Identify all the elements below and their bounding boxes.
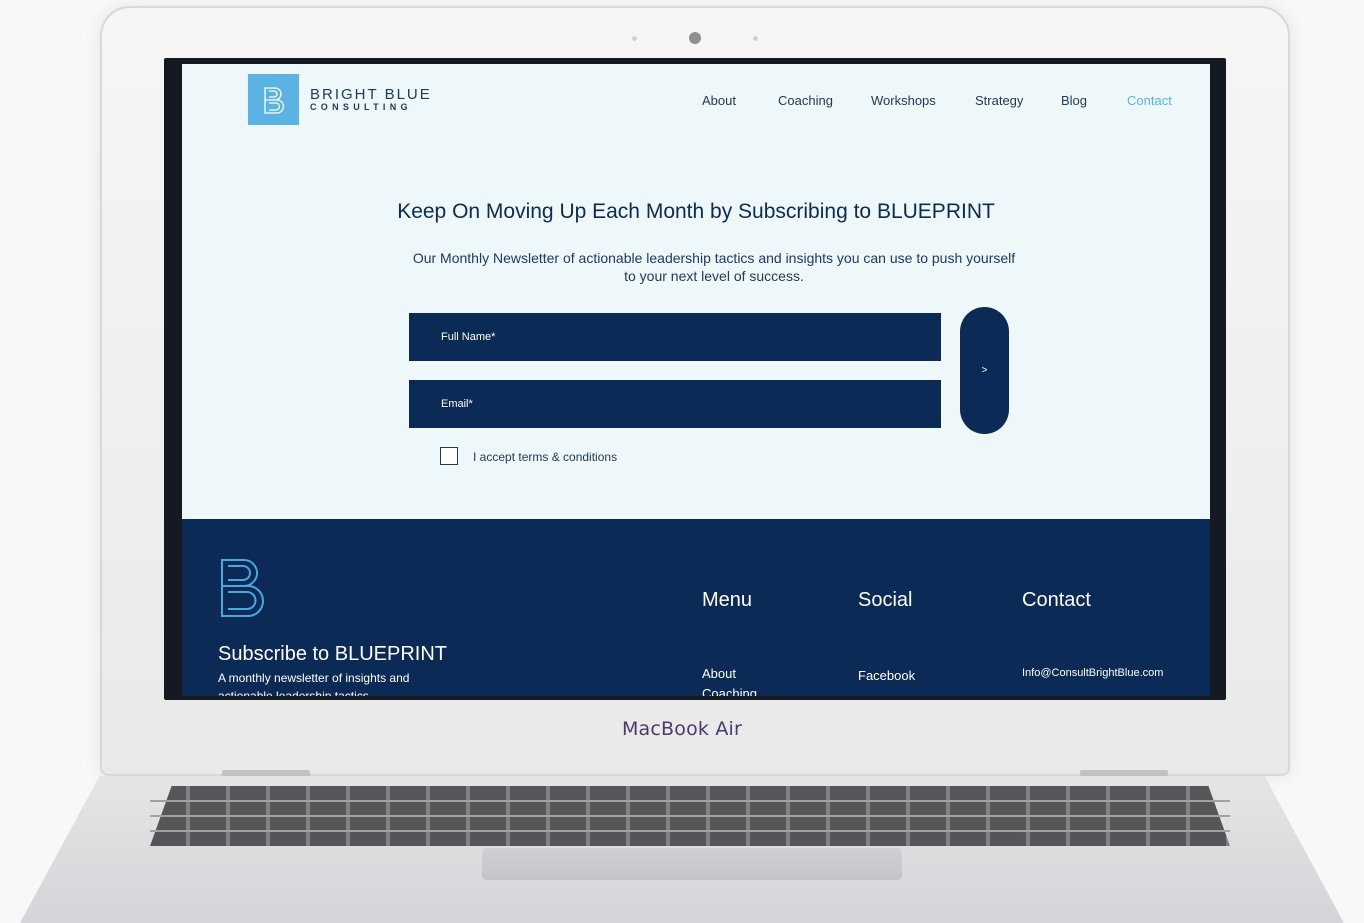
footer-menu-heading: Menu [702, 589, 753, 611]
keyboard-row-gap [150, 800, 1230, 802]
nav-strategy[interactable]: Strategy [975, 93, 1023, 108]
page-title: Keep On Moving Up Each Month by Subscrib… [397, 200, 995, 223]
footer-link-facebook[interactable]: Facebook [858, 666, 915, 686]
terms-checkbox[interactable] [440, 447, 458, 465]
keyboard-row-gap [150, 830, 1230, 832]
device-label: MacBook Air [621, 718, 743, 740]
email-placeholder: Email* [441, 398, 473, 410]
nav-about[interactable]: About [702, 93, 736, 108]
keyboard-row-gap [150, 815, 1230, 817]
email-field[interactable]: Email* [409, 380, 941, 428]
terms-label: I accept terms & conditions [473, 450, 618, 464]
footer: Subscribe to BLUEPRINT A monthly newslet… [182, 519, 1210, 696]
brand-tagline: CONSULTING [310, 102, 412, 112]
footer-title: Subscribe to BLUEPRINT [218, 643, 447, 665]
trackpad [482, 848, 902, 880]
sensor-dot [753, 36, 758, 41]
webcam [689, 32, 701, 44]
footer-b-logo-icon [221, 559, 264, 617]
submit-label: > [981, 365, 988, 376]
footer-contact-heading: Contact [1022, 589, 1091, 611]
b-logo-icon [263, 86, 284, 114]
footer-email-link[interactable]: Info@ConsultBrightBlue.com [1022, 667, 1163, 679]
submit-button[interactable]: > [960, 307, 1009, 434]
page-subtitle: Our Monthly Newsletter of actionable lea… [412, 250, 1016, 284]
footer-description: A monthly newsletter of insights and act… [218, 671, 410, 696]
nav-blog[interactable]: Blog [1061, 93, 1087, 108]
full-name-field[interactable]: Full Name* [409, 313, 941, 361]
footer-link-coaching[interactable]: Coaching [702, 684, 757, 696]
nav-contact[interactable]: Contact [1127, 93, 1172, 108]
brand-logo[interactable] [248, 74, 299, 125]
nav-workshops[interactable]: Workshops [871, 93, 936, 108]
brand-name: BRIGHT BLUE [310, 86, 432, 103]
full-name-placeholder: Full Name* [441, 331, 496, 343]
nav-coaching[interactable]: Coaching [778, 93, 833, 108]
footer-social-heading: Social [858, 589, 913, 611]
footer-link-about[interactable]: About [702, 664, 736, 684]
website-screen: BRIGHT BLUE CONSULTING About Coaching Wo… [182, 64, 1210, 696]
sensor-dot [632, 36, 637, 41]
